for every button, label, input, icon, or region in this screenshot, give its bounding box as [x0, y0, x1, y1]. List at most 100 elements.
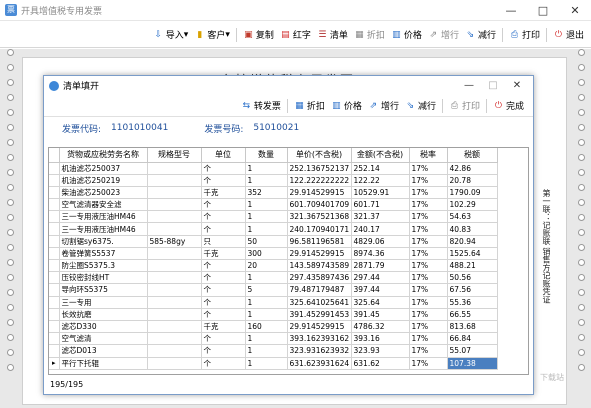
table-row[interactable]: 三一专用 个 1 325.641025641 325.64 17% 55.36	[49, 296, 498, 309]
table-cell[interactable]: 1	[245, 174, 288, 187]
remove-row-button[interactable]: ⇘ 减行	[465, 28, 496, 42]
row-indicator[interactable]	[49, 235, 60, 248]
table-cell[interactable]: 1	[245, 222, 288, 236]
table-cell[interactable]: 1	[245, 271, 288, 285]
row-indicator[interactable]	[49, 222, 60, 236]
table-row[interactable]: 柴油滤芯250023 千克 352 29.914529915 10529.91 17% 17…	[49, 186, 498, 200]
table-cell[interactable]: 122.22	[351, 174, 410, 187]
convert-invoice-button[interactable]: ⇆ 转发票	[241, 99, 281, 113]
table-cell[interactable]: 个	[201, 210, 246, 224]
table-cell[interactable]	[147, 259, 202, 273]
row-indicator[interactable]	[49, 186, 60, 200]
dialog-price-button[interactable]: ▥ 价格	[331, 99, 362, 113]
table-cell[interactable]: 个	[201, 162, 246, 175]
table-cell[interactable]: 1	[245, 344, 288, 358]
table-cell[interactable]: 631.62	[351, 357, 410, 370]
table-cell[interactable]: 300	[245, 247, 288, 261]
table-cell[interactable]: 66.84	[447, 332, 498, 346]
import-button[interactable]: ⇩ 导入 ▾	[153, 28, 188, 42]
table-row[interactable]: 长效抗磨 个 1 391.452991453 391.45 17% 66.55	[49, 308, 498, 321]
row-indicator[interactable]	[49, 271, 60, 285]
table-cell[interactable]: 102.29	[447, 198, 498, 212]
table-cell[interactable]: 机油滤芯250037	[59, 162, 148, 175]
column-header[interactable]: 税率	[409, 148, 448, 163]
table-cell[interactable]	[147, 210, 202, 224]
table-cell[interactable]	[147, 283, 202, 297]
table-cell[interactable]: 个	[201, 259, 246, 273]
table-cell[interactable]: 17%	[409, 174, 448, 187]
dialog-minimize-button[interactable]: —	[457, 80, 481, 91]
table-cell[interactable]: 252.14	[351, 162, 410, 175]
table-cell[interactable]: 千克	[201, 320, 246, 334]
table-cell[interactable]: 50	[245, 235, 288, 248]
customer-button[interactable]: ▮ 客户 ▾	[194, 28, 230, 42]
table-cell[interactable]: 813.68	[447, 320, 498, 334]
table-cell[interactable]: 17%	[409, 247, 448, 261]
table-cell[interactable]: 个	[201, 357, 246, 370]
row-indicator[interactable]	[49, 174, 60, 187]
row-indicator[interactable]	[49, 247, 60, 261]
table-row[interactable]: 防尘圈S5375.3 个 20 143.589743589 2871.79 17% 488.…	[49, 259, 498, 273]
table-cell[interactable]: 66.55	[447, 308, 498, 321]
table-cell[interactable]: 10529.91	[351, 186, 410, 200]
table-cell[interactable]: 297.44	[351, 271, 410, 285]
table-cell[interactable]: 143.589743589	[287, 259, 352, 273]
minimize-button[interactable]: —	[495, 0, 527, 21]
table-cell[interactable]	[147, 320, 202, 334]
table-cell[interactable]: 平行下托辊	[59, 357, 148, 370]
price-button[interactable]: ▥ 价格	[391, 28, 422, 42]
table-cell[interactable]: 397.44	[351, 283, 410, 297]
table-cell[interactable]: 4786.32	[351, 320, 410, 334]
table-cell[interactable]: 17%	[409, 186, 448, 200]
table-cell[interactable]: 55.36	[447, 296, 498, 309]
row-indicator[interactable]	[49, 283, 60, 297]
table-cell[interactable]: 千克	[201, 247, 246, 261]
table-cell[interactable]: 空气滤清	[59, 332, 148, 346]
table-cell[interactable]: 个	[201, 271, 246, 285]
table-cell[interactable]: 1790.09	[447, 186, 498, 200]
red-letter-button[interactable]: ▤ 红字	[280, 28, 311, 42]
row-indicator[interactable]	[49, 332, 60, 346]
table-cell[interactable]: 17%	[409, 271, 448, 285]
table-cell[interactable]: 滤芯D330	[59, 320, 148, 334]
table-cell[interactable]: 42.86	[447, 162, 498, 175]
column-header[interactable]: 数量	[245, 148, 288, 163]
table-row[interactable]: 压铰密封线HT 个 1 297.435897436 297.44 17% 50.56	[49, 271, 498, 285]
column-header[interactable]: 单位	[201, 148, 246, 163]
table-cell[interactable]: 321.367521368	[287, 210, 352, 224]
table-cell[interactable]: 297.435897436	[287, 271, 352, 285]
table-cell[interactable]: 个	[201, 308, 246, 321]
table-row[interactable]: 机油滤芯250037 个 1 252.136752137 252.14 17% 42.86	[49, 162, 498, 175]
row-indicator[interactable]	[49, 344, 60, 358]
table-cell[interactable]: 325.641025641	[287, 296, 352, 309]
table-cell[interactable]: 17%	[409, 210, 448, 224]
dialog-close-button[interactable]: ✕	[505, 80, 529, 91]
table-cell[interactable]: 长效抗磨	[59, 308, 148, 321]
table-cell[interactable]: 321.37	[351, 210, 410, 224]
table-row[interactable]: 切割锯sy6375. 585-88gy 只 50 96.581196581 4829.06…	[49, 235, 498, 248]
table-cell[interactable]: 585-88gy	[147, 235, 202, 248]
row-indicator[interactable]	[49, 198, 60, 212]
table-row[interactable]: 导向环S5375 个 5 79.487179487 397.44 17% 67.56	[49, 283, 498, 297]
row-indicator[interactable]	[49, 162, 60, 175]
dialog-remove-row-button[interactable]: ⇘ 减行	[405, 99, 436, 113]
dialog-maximize-button[interactable]: □	[481, 80, 505, 91]
table-cell[interactable]: 柴油滤芯250023	[59, 186, 148, 200]
table-cell[interactable]: 17%	[409, 162, 448, 175]
table-cell[interactable]	[147, 344, 202, 358]
table-cell[interactable]: 17%	[409, 235, 448, 248]
table-cell[interactable]: 千克	[201, 186, 246, 200]
print-button[interactable]: ⎙ 打印	[509, 28, 540, 42]
table-cell[interactable]: 96.581196581	[287, 235, 352, 248]
table-cell[interactable]: 393.16	[351, 332, 410, 346]
table-row[interactable]: 滤芯D013 个 1 323.931623932 323.93 17% 55.07	[49, 344, 498, 358]
table-cell[interactable]: 个	[201, 332, 246, 346]
table-cell[interactable]: 67.56	[447, 283, 498, 297]
table-cell[interactable]: 1	[245, 357, 288, 370]
exit-button[interactable]: ⏻ 退出	[553, 28, 584, 42]
table-cell[interactable]: 17%	[409, 222, 448, 236]
table-cell[interactable]	[147, 296, 202, 309]
table-cell[interactable]: 4829.06	[351, 235, 410, 248]
table-cell[interactable]: 切割锯sy6375.	[59, 235, 148, 248]
maximize-button[interactable]: □	[527, 0, 559, 21]
